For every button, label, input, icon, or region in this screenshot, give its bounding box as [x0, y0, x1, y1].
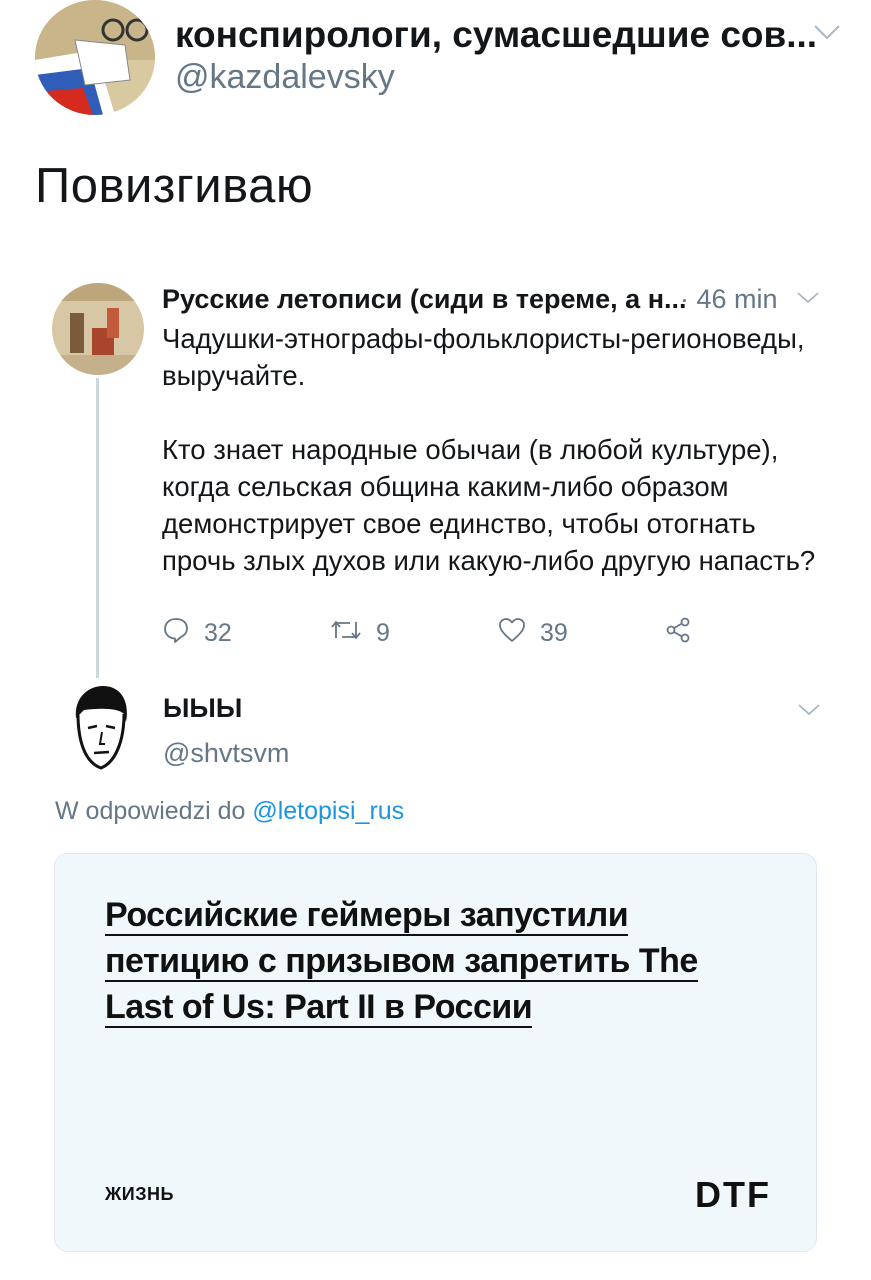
- quoted-tweet-text: Чадушки-этнографы-фольклористы-регионове…: [162, 320, 822, 579]
- card-brand-logo: DTF: [695, 1174, 771, 1215]
- main-tweet-text: Повизгиваю: [35, 159, 314, 213]
- quoted-author-avatar[interactable]: [52, 283, 144, 375]
- main-author-name[interactable]: конспирологи, сумасшедшие сов...: [175, 14, 817, 56]
- like-button[interactable]: 39: [498, 617, 568, 650]
- link-preview-card[interactable]: Российские геймеры запустили петицию с п…: [54, 853, 817, 1252]
- reply-author-avatar[interactable]: [70, 684, 132, 772]
- thread-line: [96, 378, 99, 678]
- main-author-handle[interactable]: @kazdalevsky: [175, 58, 395, 97]
- quoted-tweet-paragraph: Кто знает народные обычаи (в любой культ…: [162, 434, 816, 576]
- retweet-button[interactable]: 9: [330, 618, 390, 648]
- reply-author-handle[interactable]: @shvtsvm: [163, 738, 289, 769]
- reply-icon: [162, 616, 190, 651]
- quoted-tweet-time[interactable]: · 46 min: [680, 284, 778, 315]
- card-category-tag: ЖИЗНЬ: [105, 1184, 174, 1204]
- retweet-count: 9: [376, 618, 390, 647]
- share-icon: [664, 616, 692, 651]
- reply-button[interactable]: 32: [162, 616, 232, 651]
- chevron-down-icon[interactable]: [796, 288, 820, 306]
- like-count: 39: [540, 618, 568, 647]
- chevron-down-icon[interactable]: [797, 700, 821, 718]
- quoted-author-name[interactable]: Русские летописи (сиди в тереме, а н...: [162, 284, 687, 315]
- quoted-tweet-paragraph: Чадушки-этнографы-фольклористы-регионове…: [162, 323, 805, 391]
- like-icon: [498, 617, 526, 650]
- reply-count: 32: [204, 618, 232, 647]
- reply-context: W odpowiedzi do @letopisi_rus: [55, 797, 404, 826]
- chevron-down-icon[interactable]: [812, 20, 842, 44]
- reply-to-handle-link[interactable]: @letopisi_rus: [252, 797, 404, 825]
- share-button[interactable]: [664, 616, 692, 651]
- card-title-text[interactable]: Российские геймеры запустили петицию с п…: [105, 896, 698, 1028]
- reply-author-name[interactable]: ЫЫЫ: [163, 693, 242, 724]
- reply-context-label: W odpowiedzi do: [55, 797, 246, 825]
- retweet-icon: [330, 616, 362, 651]
- card-title[interactable]: Российские геймеры запустили петицию с п…: [105, 892, 745, 1030]
- main-author-avatar[interactable]: [35, 0, 155, 115]
